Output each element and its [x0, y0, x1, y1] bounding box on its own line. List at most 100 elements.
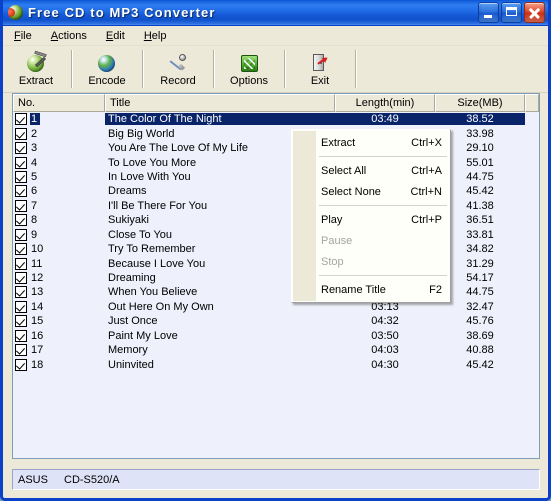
globe-icon — [96, 52, 118, 74]
column-header-size[interactable]: Size(MB) — [435, 94, 525, 112]
row-checkbox[interactable] — [15, 113, 27, 125]
context-menu[interactable]: ExtractCtrl+X Select AllCtrl+ASelect None… — [291, 129, 451, 303]
row-checkbox[interactable] — [15, 344, 27, 356]
toolbar-record-button[interactable]: Record — [147, 46, 209, 92]
table-row[interactable]: 1The Color Of The Night03:4938.52 — [13, 112, 539, 126]
row-checkbox[interactable] — [15, 128, 27, 140]
track-list-header: No. Title Length(min) Size(MB) — [13, 94, 539, 112]
menu-edit-rest: dit — [113, 30, 125, 42]
context-menu-item-extract[interactable]: ExtractCtrl+X — [292, 132, 450, 153]
cell-number-label: 6 — [30, 185, 40, 197]
maximize-button[interactable] — [501, 2, 522, 23]
table-row[interactable]: 13When You Believe04:2644.75 — [13, 285, 539, 299]
toolbar-options-label: Options — [230, 75, 268, 87]
context-menu-item-rename-title[interactable]: Rename TitleF2 — [292, 279, 450, 300]
row-checkbox[interactable] — [15, 272, 27, 284]
cell-number: 7 — [13, 200, 105, 212]
cell-number-label: 4 — [30, 157, 40, 169]
cell-number: 1 — [13, 113, 105, 125]
row-checkbox[interactable] — [15, 359, 27, 371]
context-menu-item-accelerator: Ctrl+P — [411, 214, 442, 226]
table-row[interactable]: 10Try To Remember03:2734.82 — [13, 242, 539, 256]
row-checkbox[interactable] — [15, 229, 27, 241]
column-header-length[interactable]: Length(min) — [335, 94, 435, 112]
table-row[interactable]: 11Because I Love You03:0631.29 — [13, 256, 539, 270]
table-row[interactable]: 3You Are The Love Of My Life03:1429.10 — [13, 141, 539, 155]
cell-size: 38.69 — [435, 330, 525, 342]
table-row[interactable]: 7I'll Be There For You04:0641.38 — [13, 199, 539, 213]
context-menu-item-label: Stop — [321, 256, 430, 268]
cell-number: 10 — [13, 243, 105, 255]
cell-number: 3 — [13, 142, 105, 154]
column-header-no[interactable]: No. — [13, 94, 105, 112]
cell-number: 12 — [13, 272, 105, 284]
cell-length: 03:49 — [335, 113, 435, 125]
cell-number: 14 — [13, 301, 105, 313]
table-row[interactable]: 17Memory04:0340.88 — [13, 343, 539, 357]
cell-length: 04:03 — [335, 344, 435, 356]
table-row[interactable]: 5In Love With You04:2644.75 — [13, 170, 539, 184]
cell-length: 04:30 — [335, 359, 435, 371]
cell-number-label: 9 — [30, 229, 40, 241]
cell-number: 9 — [13, 229, 105, 241]
table-row[interactable]: 14Out Here On My Own03:1332.47 — [13, 300, 539, 314]
cell-number: 17 — [13, 344, 105, 356]
menu-file[interactable]: File — [9, 28, 41, 44]
row-checkbox[interactable] — [15, 171, 27, 183]
row-checkbox[interactable] — [15, 157, 27, 169]
row-checkbox[interactable] — [15, 200, 27, 212]
toolbar-options-button[interactable]: Options — [218, 46, 280, 92]
cell-number-label: 7 — [30, 200, 40, 212]
status-drive-vendor: ASUS — [18, 474, 64, 486]
close-button[interactable] — [524, 2, 545, 23]
table-row[interactable]: 12Dreaming05:2254.17 — [13, 271, 539, 285]
table-row[interactable]: 15Just Once04:3245.76 — [13, 314, 539, 328]
context-menu-item-select-all[interactable]: Select AllCtrl+A — [292, 160, 450, 181]
toolbar-extract-button[interactable]: Extract — [5, 46, 67, 92]
row-checkbox[interactable] — [15, 286, 27, 298]
context-menu-item-label: Select All — [321, 165, 399, 177]
row-checkbox[interactable] — [15, 243, 27, 255]
cell-number: 11 — [13, 258, 105, 270]
context-menu-item-stop: Stop — [292, 251, 450, 272]
table-row[interactable]: 4To Love You More05:2755.01 — [13, 155, 539, 169]
context-menu-item-play[interactable]: PlayCtrl+P — [292, 209, 450, 230]
table-row[interactable]: 16Paint My Love03:5038.69 — [13, 329, 539, 343]
toolbar-exit-button[interactable]: Exit — [289, 46, 351, 92]
menu-help[interactable]: Help — [139, 28, 176, 44]
table-row[interactable]: 8Sukiyaki03:3736.51 — [13, 213, 539, 227]
context-menu-item-select-none[interactable]: Select NoneCtrl+N — [292, 181, 450, 202]
context-menu-item-accelerator: Ctrl+X — [411, 137, 442, 149]
menu-file-rest: ile — [21, 30, 32, 42]
row-checkbox[interactable] — [15, 330, 27, 342]
row-checkbox[interactable] — [15, 258, 27, 270]
cell-number-label: 15 — [30, 315, 46, 327]
microphone-icon — [167, 52, 189, 74]
status-drive-model: CD-S520/A — [64, 474, 120, 486]
table-row[interactable]: 6Dreams04:3045.42 — [13, 184, 539, 198]
minimize-button[interactable] — [478, 2, 499, 23]
exit-door-icon — [309, 52, 331, 74]
table-row[interactable]: 9Close To You03:2133.81 — [13, 228, 539, 242]
toolbar-separator — [355, 50, 356, 88]
menu-edit[interactable]: Edit — [101, 28, 134, 44]
row-checkbox[interactable] — [15, 185, 27, 197]
column-header-title[interactable]: Title — [105, 94, 335, 112]
toolbar-encode-button[interactable]: Encode — [76, 46, 138, 92]
toolbar-separator — [213, 50, 214, 88]
row-checkbox[interactable] — [15, 315, 27, 327]
menu-actions-rest: ctions — [58, 30, 87, 42]
table-row[interactable]: 2Big Big World04:1533.98 — [13, 126, 539, 140]
cell-number: 8 — [13, 214, 105, 226]
menu-help-rest: elp — [152, 30, 167, 42]
table-row[interactable]: 18Uninvited04:3045.42 — [13, 357, 539, 371]
menu-actions[interactable]: Actions — [46, 28, 96, 44]
context-menu-separator — [319, 205, 447, 206]
cell-number: 2 — [13, 128, 105, 140]
row-checkbox[interactable] — [15, 142, 27, 154]
context-menu-item-pause: Pause — [292, 230, 450, 251]
track-list[interactable]: No. Title Length(min) Size(MB) 1The Colo… — [12, 93, 540, 459]
context-menu-item-accelerator: F2 — [429, 284, 442, 296]
row-checkbox[interactable] — [15, 301, 27, 313]
row-checkbox[interactable] — [15, 214, 27, 226]
